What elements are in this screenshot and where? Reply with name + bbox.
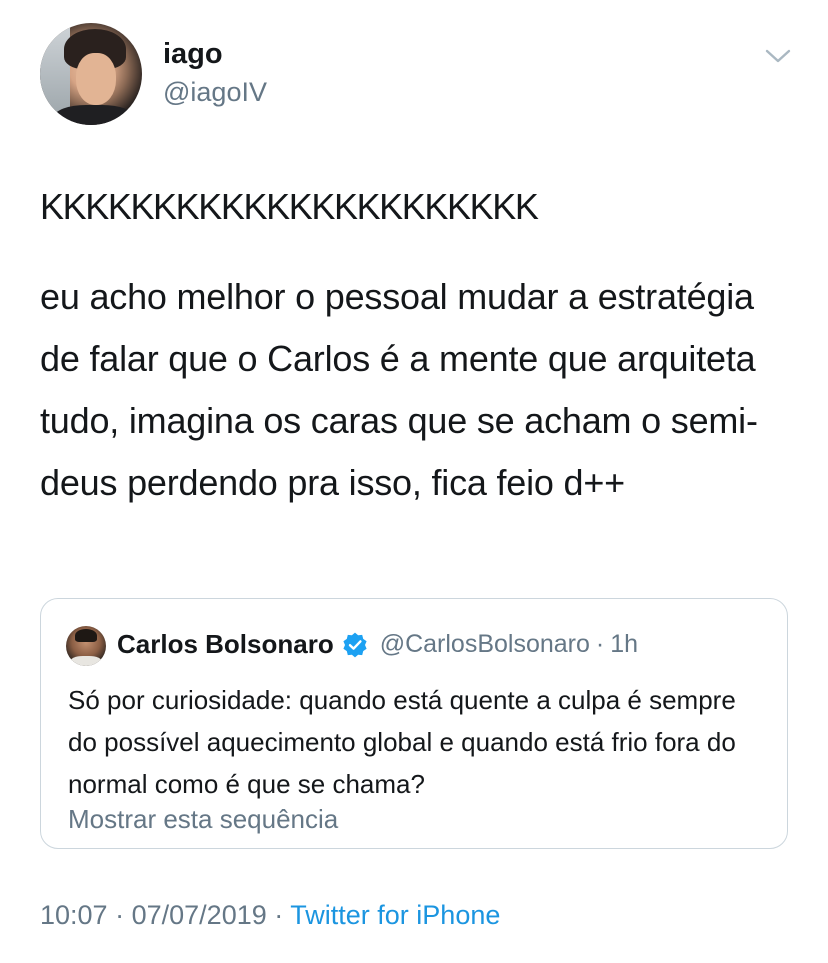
separator-dot: · [115,900,125,930]
author-name[interactable]: iago [163,38,223,71]
tweet-text: KKKKKKKKKKKKKKKKKKKKKK eu acho melhor o … [40,176,800,514]
verified-badge-icon [343,632,367,657]
tweet-source-link[interactable]: Twitter for iPhone [290,900,500,930]
tweet-meta: 10:07 · 07/07/2019 · Twitter for iPhone [40,900,500,931]
tweet-text-line: eu acho melhor o pessoal mudar a estraté… [40,276,758,503]
author-avatar[interactable] [40,23,142,125]
quoted-tweet-time: 1h [610,630,639,658]
tweet-time: 10:07 [40,900,108,930]
quoted-tweet-header: Carlos Bolsonaro @CarlosBolsonaro · 1h [117,629,638,660]
show-thread-link[interactable]: Mostrar esta sequência [68,804,338,835]
quoted-author-avatar [66,626,106,666]
quoted-tweet-text: Só por curiosidade: quando está quente a… [68,685,736,799]
quoted-author-name: Carlos Bolsonaro [117,629,334,659]
separator-dot: · [274,900,284,930]
tweet-text-line: KKKKKKKKKKKKKKKKKKKKKK [40,186,539,227]
quoted-author-handle: @CarlosBolsonaro [379,630,590,658]
author-handle[interactable]: @iagoIV [163,77,267,108]
quoted-tweet-card[interactable]: Carlos Bolsonaro @CarlosBolsonaro · 1h S… [40,598,788,849]
tweet-detail: iago @iagoIV KKKKKKKKKKKKKKKKKKKKKK eu a… [0,0,828,963]
tweet-date: 07/07/2019 [131,900,267,930]
chevron-down-icon[interactable] [763,44,793,68]
separator-dot: · [595,630,605,658]
